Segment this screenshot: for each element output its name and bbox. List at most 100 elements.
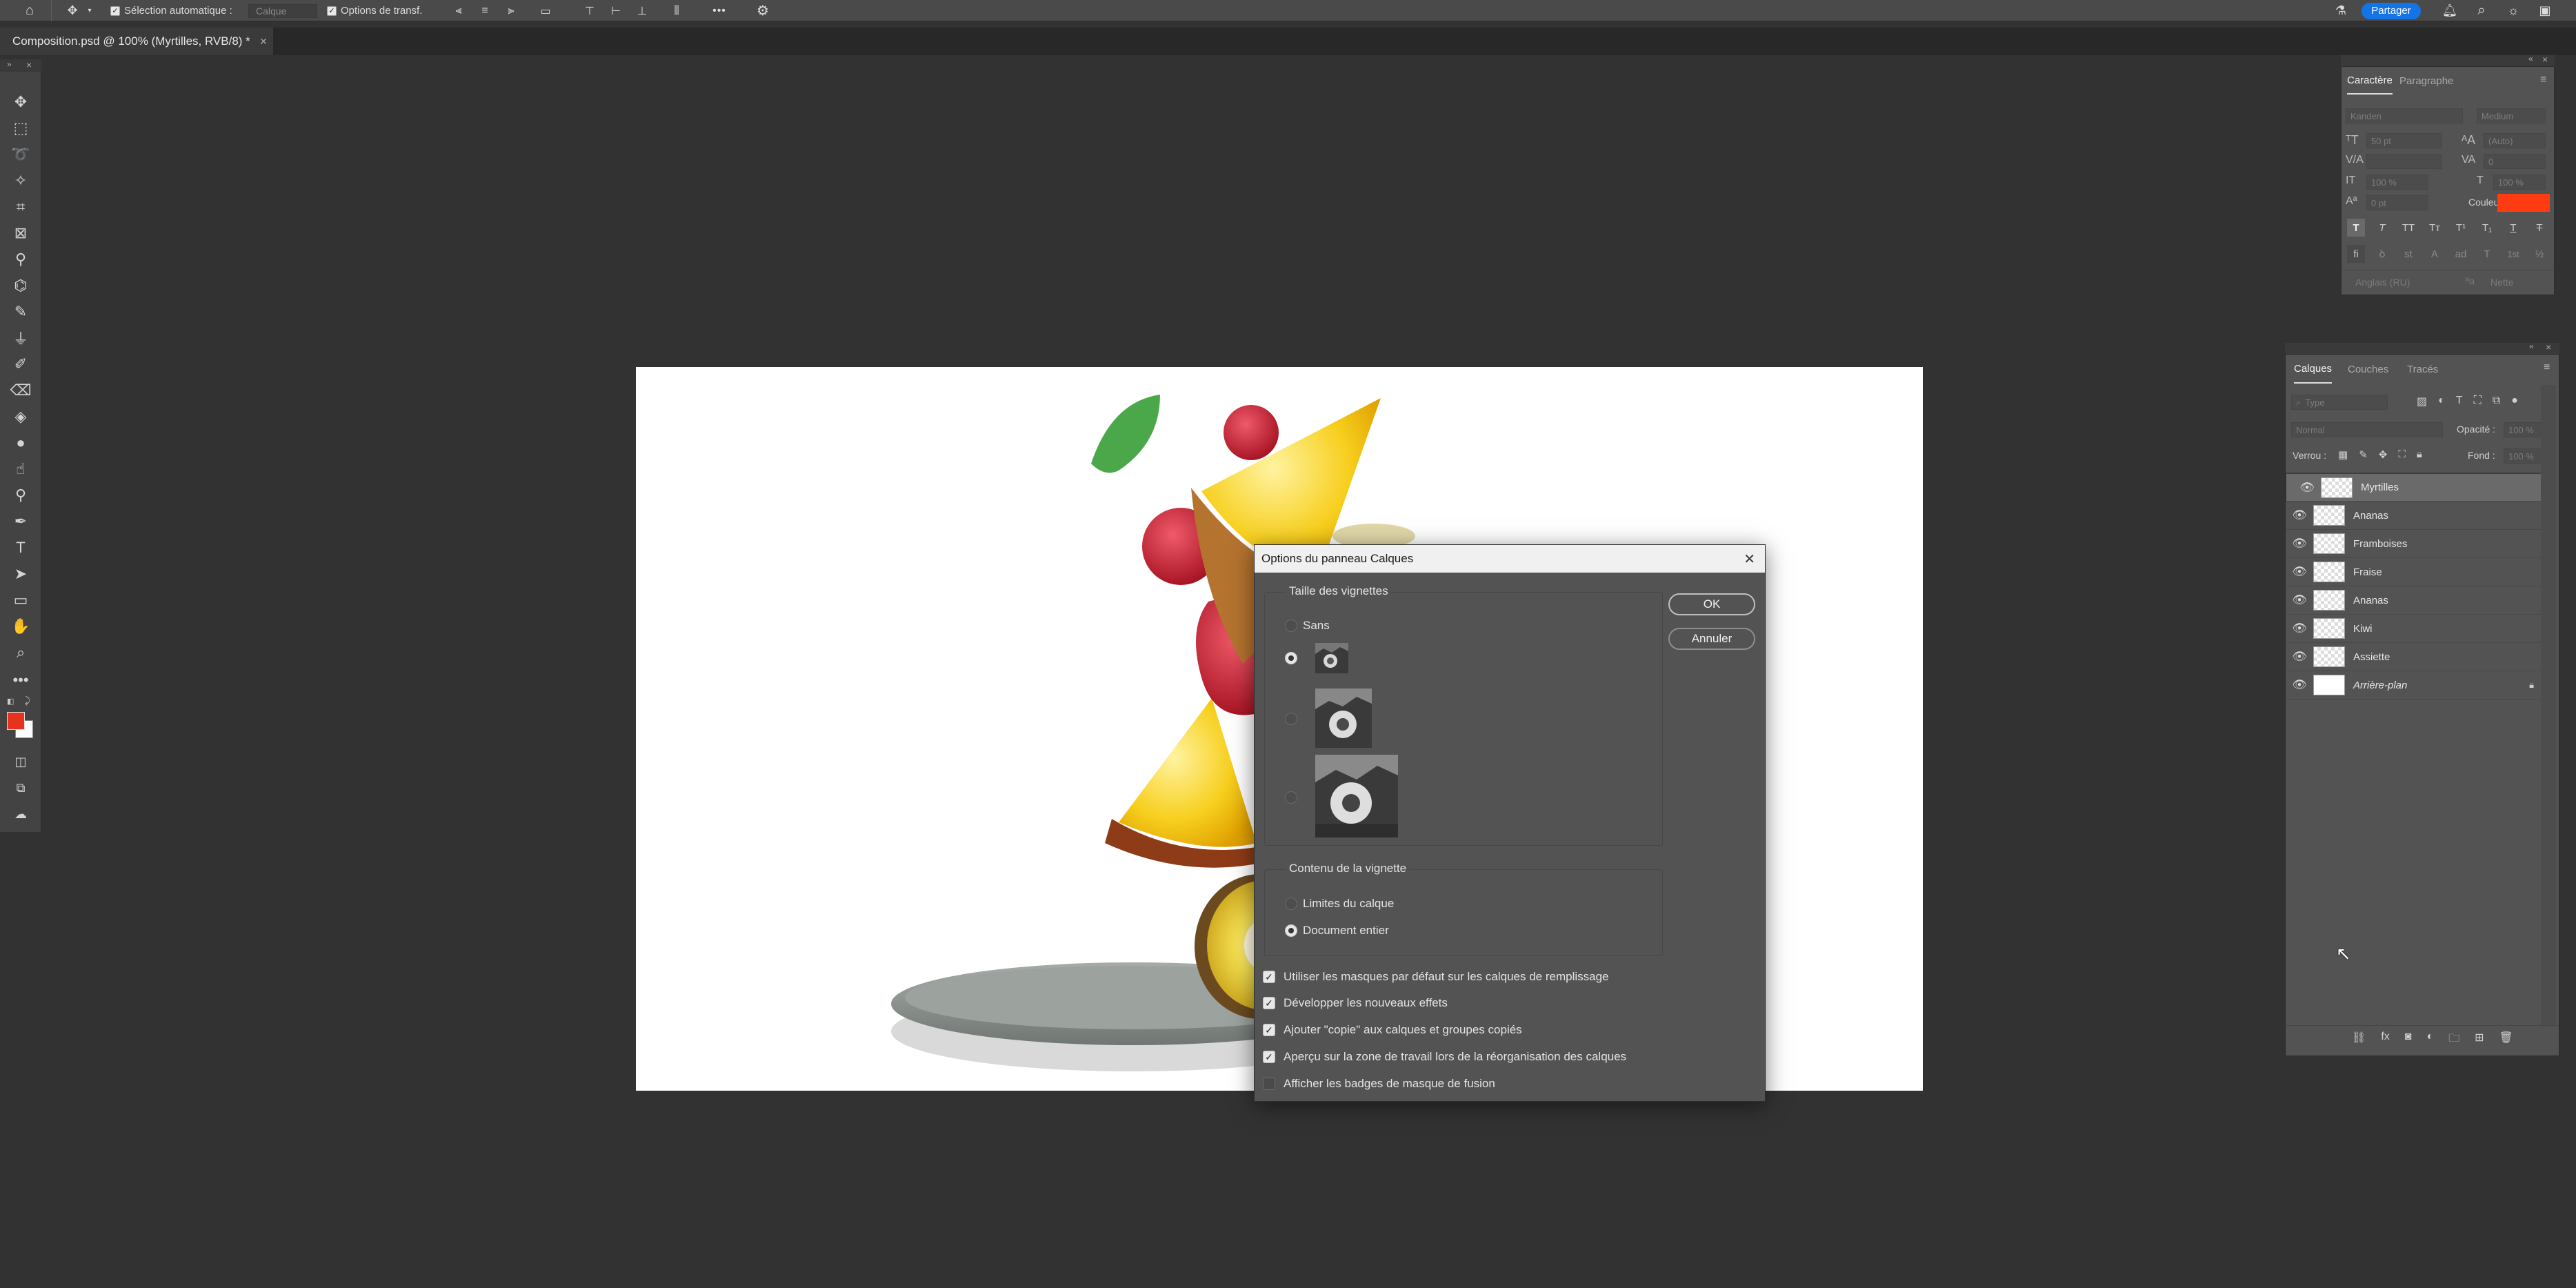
- horizontal-scale-field[interactable]: 100 %: [2493, 175, 2546, 190]
- filter-toggle-icon[interactable]: ●: [2511, 395, 2518, 408]
- share-button[interactable]: Partager: [2362, 2, 2421, 19]
- blur-tool-icon[interactable]: ●: [10, 432, 32, 454]
- tab-paragraphe[interactable]: Paragraphe: [2399, 67, 2453, 95]
- titling-alternates-icon[interactable]: T: [2478, 245, 2496, 263]
- zoom-tool-icon[interactable]: ⌕: [10, 642, 32, 664]
- lock-artboard-icon[interactable]: ⛶: [2398, 448, 2406, 461]
- lock-all-icon[interactable]: 🔒︎: [2417, 448, 2422, 461]
- filter-adjustment-icon[interactable]: ◐: [2438, 395, 2445, 408]
- brush-tool-icon[interactable]: ✎: [10, 301, 32, 323]
- filter-pixel-icon[interactable]: ▨: [2417, 395, 2427, 408]
- ligatures-icon[interactable]: fi: [2347, 245, 2365, 263]
- kerning-field[interactable]: [2366, 154, 2442, 169]
- superscript-icon[interactable]: T¹: [2452, 219, 2470, 237]
- close-icon[interactable]: ×: [2542, 54, 2548, 65]
- align-bottom-icon[interactable]: ⊥: [635, 0, 650, 21]
- eye-icon[interactable]: 👁︎: [2293, 481, 2321, 495]
- add-mask-icon[interactable]: ◙: [2405, 1031, 2412, 1049]
- tab-caractere[interactable]: Caractère: [2347, 67, 2393, 95]
- font-style-dropdown[interactable]: Medium: [2477, 108, 2546, 123]
- eye-icon[interactable]: 👁︎: [2286, 508, 2313, 522]
- close-icon[interactable]: ×: [2546, 341, 2551, 353]
- leading-field[interactable]: (Auto): [2484, 133, 2546, 148]
- layers-scrollbar[interactable]: [2541, 385, 2556, 1027]
- thumb-size-large-radio[interactable]: [1285, 791, 1297, 804]
- move-tool-icon[interactable]: ✥: [10, 91, 32, 113]
- eye-icon[interactable]: 👁︎: [2286, 537, 2313, 551]
- more-tools-icon[interactable]: •••: [10, 669, 32, 691]
- lightbulb-icon[interactable]: ☼: [2504, 0, 2523, 21]
- align-middle-icon[interactable]: ⊢: [608, 0, 623, 21]
- share-for-review-icon[interactable]: ☁: [10, 803, 32, 825]
- lock-position-icon[interactable]: ✥: [2379, 448, 2388, 461]
- layer-filter-field[interactable]: ⌕ Type: [2291, 395, 2388, 410]
- dodge-tool-icon[interactable]: ⚲: [10, 484, 32, 506]
- bell-icon[interactable]: 🔔︎: [2440, 0, 2459, 21]
- path-select-icon[interactable]: ➤: [10, 563, 32, 585]
- close-icon[interactable]: ×: [26, 59, 32, 70]
- new-layer-icon[interactable]: ⊞: [2475, 1031, 2484, 1049]
- layer-row-fraise[interactable]: 👁︎ Fraise: [2286, 558, 2545, 586]
- swap-colors-icon[interactable]: ⤸: [25, 695, 30, 706]
- type-tool-icon[interactable]: T: [10, 537, 32, 559]
- baseline-shift-field[interactable]: 0 pt: [2366, 195, 2428, 210]
- align-center-icon[interactable]: ≡: [477, 0, 492, 21]
- vertical-scale-field[interactable]: 100 %: [2366, 175, 2428, 190]
- quick-mask-icon[interactable]: ◫: [10, 751, 32, 773]
- thumb-size-small-radio[interactable]: [1285, 652, 1297, 664]
- language-dropdown[interactable]: Anglais (RU): [2355, 277, 2410, 288]
- document-tab[interactable]: Composition.psd @ 100% (Myrtilles, RVB/8…: [0, 28, 273, 55]
- gear-icon[interactable]: ⚙: [753, 0, 772, 21]
- filter-type-icon[interactable]: T: [2456, 395, 2463, 408]
- screen-mode-icon[interactable]: ⧉: [10, 777, 32, 799]
- old-style-icon[interactable]: ꝺ: [2373, 245, 2391, 263]
- align-left-icon[interactable]: ⫷: [451, 0, 466, 21]
- layer-row-ananas-2[interactable]: 👁︎ Ananas: [2286, 586, 2545, 615]
- subscript-icon[interactable]: T₁: [2478, 219, 2496, 237]
- new-group-icon[interactable]: 🗀︎: [2448, 1031, 2459, 1049]
- close-icon[interactable]: ✕: [1744, 551, 1755, 568]
- stamp-tool-icon[interactable]: ⏚: [10, 327, 32, 349]
- distribute-icon[interactable]: ▭: [538, 0, 553, 21]
- collapse-icon[interactable]: »: [7, 59, 12, 69]
- pen-tool-icon[interactable]: ✒: [10, 511, 32, 533]
- fx-icon[interactable]: fx: [2381, 1031, 2389, 1049]
- collapse-icon[interactable]: «: [2529, 341, 2534, 351]
- antialias-dropdown[interactable]: Nette: [2490, 277, 2513, 288]
- close-icon[interactable]: ×: [260, 34, 268, 49]
- thumb-size-medium-radio[interactable]: [1285, 713, 1297, 725]
- thumb-size-none-radio[interactable]: [1285, 620, 1297, 632]
- frame-tool-icon[interactable]: ⊠: [10, 222, 32, 244]
- small-caps-icon[interactable]: Tт: [2426, 219, 2444, 237]
- align-right-icon[interactable]: ⫸: [503, 0, 519, 21]
- layer-row-ananas[interactable]: 👁︎ Ananas: [2286, 502, 2545, 530]
- fractions-icon[interactable]: ½: [2530, 245, 2548, 263]
- lock-image-icon[interactable]: ✎: [2359, 448, 2368, 461]
- search-icon[interactable]: ⌕: [2472, 0, 2491, 21]
- marquee-tool-icon[interactable]: ⬚: [10, 117, 32, 139]
- checkbox-blend-badges[interactable]: ✓: [1263, 1078, 1275, 1090]
- healing-brush-icon[interactable]: ⌬: [10, 275, 32, 297]
- lasso-tool-icon[interactable]: ➰: [10, 143, 32, 166]
- history-brush-icon[interactable]: ✐: [10, 353, 32, 375]
- tab-calques[interactable]: Calques: [2294, 355, 2333, 384]
- stylistic-alternates-icon[interactable]: st: [2399, 245, 2417, 263]
- cancel-button[interactable]: Annuler: [1668, 628, 1755, 650]
- checkbox-default-masks[interactable]: ✓: [1263, 971, 1275, 983]
- hand-tool-icon[interactable]: ✋: [10, 615, 32, 637]
- smudge-tool-icon[interactable]: ☝: [10, 458, 32, 480]
- ordinals-icon[interactable]: 1st: [2504, 245, 2522, 263]
- link-layers-icon[interactable]: ⛓: [2352, 1031, 2366, 1049]
- eye-icon[interactable]: 👁︎: [2286, 565, 2313, 579]
- all-caps-icon[interactable]: TT: [2399, 219, 2417, 237]
- default-colors-icon[interactable]: ◧: [7, 697, 14, 706]
- checkbox-add-copy[interactable]: ✓: [1263, 1024, 1275, 1036]
- ok-button[interactable]: OK: [1668, 593, 1755, 615]
- layer-row-framboises[interactable]: 👁︎ Framboises: [2286, 530, 2545, 558]
- filter-shape-icon[interactable]: ⛶: [2474, 395, 2482, 408]
- foreground-color-swatch[interactable]: [7, 712, 25, 730]
- transform-controls-checkbox[interactable]: ✓ Options de transf.: [327, 0, 422, 21]
- trash-icon[interactable]: 🗑︎: [2499, 1031, 2513, 1049]
- auto-select-checkbox[interactable]: ✓ Sélection automatique :: [110, 0, 232, 21]
- distribute-vertical-icon[interactable]: ⫼: [669, 0, 684, 21]
